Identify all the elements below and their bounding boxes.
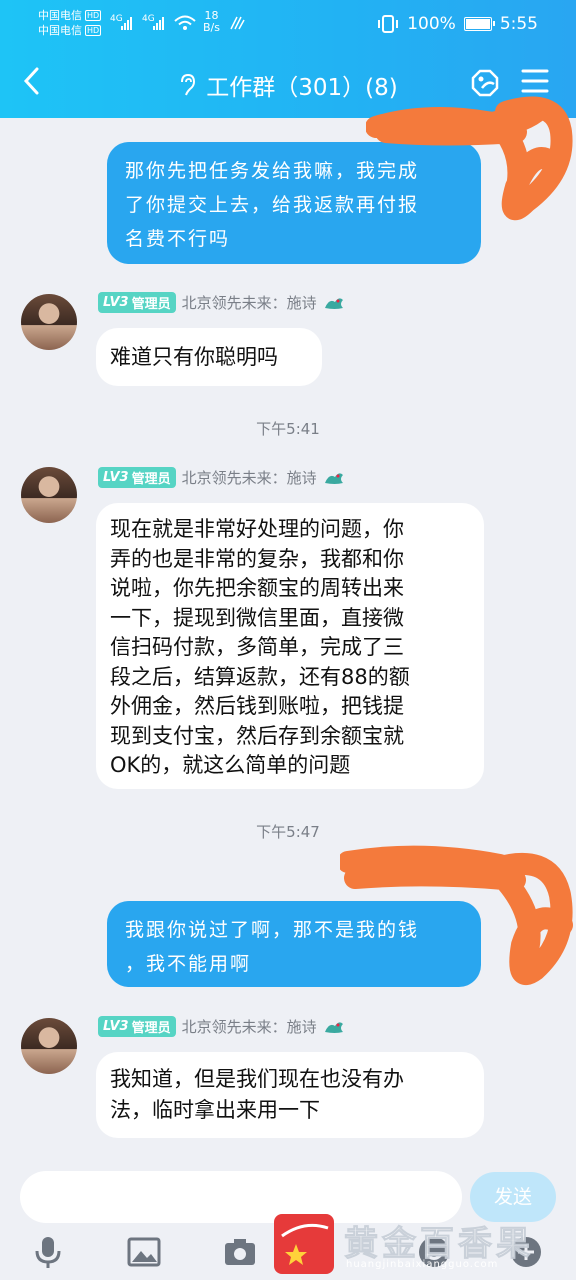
sender-name: 北京领先未来：施诗	[181, 1018, 317, 1036]
level-badge: LV3 管理员	[98, 292, 176, 313]
watermark: 黄金百香果 huangjinbaixiangguo.com	[274, 1214, 576, 1280]
clock: 5:55	[499, 14, 538, 34]
dragon-badge-icon	[324, 1021, 343, 1033]
wifi-icon	[174, 15, 196, 30]
message-line: 外佣金，然后钱到账啦，把钱提	[110, 694, 404, 718]
sender-meta: LV3 管理员 北京领先未来：施诗	[98, 1016, 345, 1037]
level-label: LV3	[103, 295, 129, 310]
sender-name: 北京领先未来：施诗	[181, 469, 317, 487]
signal-icon-1	[121, 16, 132, 30]
their-message-bubble[interactable]: 我知道，但是我们现在也没有办 法，临时拿出来用一下	[96, 1052, 484, 1138]
timestamp: 下午5:47	[256, 823, 320, 841]
camera-icon[interactable]	[222, 1234, 258, 1270]
their-message-bubble[interactable]: 现在就是非常好处理的问题，你 弄的也是非常的复杂，我都和你 说啦，你先把余额宝的…	[96, 503, 484, 789]
level-badge: LV3 管理员	[98, 1016, 176, 1037]
message-line: 法，临时拿出来用一下	[110, 1098, 320, 1122]
star-icon	[281, 1223, 329, 1265]
signal-icon-2	[153, 16, 164, 30]
role-label: 管理员	[131, 1021, 171, 1036]
hd-badge-2: HD	[85, 25, 102, 36]
message-line: 说啦，你先把余额宝的周转出来	[110, 576, 404, 600]
ear-icon	[181, 73, 196, 96]
message-line: 难道只有你聪明吗	[110, 345, 278, 369]
message-line: 现到支付宝，然后存到余额宝就	[110, 723, 404, 748]
role-label: 管理员	[131, 472, 171, 487]
carrier-info: 中国电信 HD 中国电信 HD	[38, 8, 102, 38]
sender-meta: LV3 管理员 北京领先未来：施诗	[98, 292, 345, 313]
message-line: 现在就是非常好处理的问题，你	[110, 517, 404, 541]
battery-icon	[463, 17, 495, 31]
timestamp: 下午5:41	[256, 420, 320, 438]
dragon-badge-icon	[324, 297, 343, 309]
redaction-scribble	[366, 96, 573, 221]
message-line: 段之后，结算返款，还有88的额	[110, 664, 410, 689]
role-label: 管理员	[131, 297, 171, 312]
carrier-2: 中国电信	[38, 24, 82, 37]
image-icon[interactable]	[126, 1234, 162, 1270]
battery-percent: 100%	[407, 14, 456, 34]
message-line: 信扫码付款，多简单，完成了三	[110, 635, 404, 659]
microphone-icon[interactable]	[30, 1234, 66, 1270]
speed-unit: B/s	[203, 21, 220, 34]
level-label: LV3	[103, 470, 129, 485]
message-line: OK的，就这么简单的问题	[110, 753, 351, 777]
network-speed: 18 B/s	[203, 10, 220, 34]
sender-meta: LV3 管理员 北京领先未来：施诗	[98, 467, 345, 488]
sender-name: 北京领先未来：施诗	[181, 294, 317, 312]
carrier-1: 中国电信	[38, 9, 82, 22]
redaction-scribble	[340, 845, 573, 985]
watermark-url: huangjinbaixiangguo.com	[346, 1259, 499, 1270]
watermark-text: 黄金百香果	[344, 1224, 534, 1265]
their-message-bubble[interactable]: 难道只有你聪明吗	[96, 328, 322, 386]
avatar[interactable]	[21, 294, 77, 350]
message-line: 我知道，但是我们现在也没有办	[110, 1067, 404, 1091]
level-label: LV3	[103, 1019, 129, 1034]
dragon-badge-icon	[324, 472, 343, 484]
hd-badge-1: HD	[85, 10, 102, 21]
nfc-icon	[230, 16, 245, 30]
message-line: 一下，提现到微信里面，直接微	[110, 605, 404, 630]
message-line: 弄的也是非常的复杂，我都和你	[110, 546, 404, 571]
avatar[interactable]	[21, 1018, 77, 1074]
level-badge: LV3 管理员	[98, 467, 176, 488]
vibrate-icon	[378, 15, 399, 33]
watermark-logo	[274, 1214, 334, 1274]
avatar[interactable]	[21, 467, 77, 523]
status-right: 100% 5:55	[377, 14, 538, 34]
